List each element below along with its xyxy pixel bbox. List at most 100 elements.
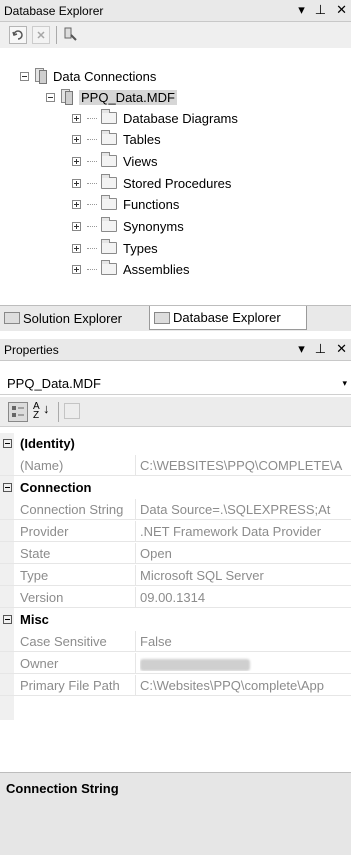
property-row[interactable]: State Open <box>0 543 351 564</box>
property-name: Connection String <box>20 502 124 517</box>
property-value-redacted <box>140 656 351 671</box>
tree-node-label: Assemblies <box>123 261 190 277</box>
property-row[interactable]: Provider .NET Framework Data Provider <box>0 521 351 542</box>
expand-icon[interactable] <box>72 199 81 209</box>
close-icon[interactable]: ✕ <box>336 341 347 357</box>
dropdown-icon[interactable]: ▾ <box>342 378 347 389</box>
object-selector[interactable]: PPQ_Data.MDF ▾ <box>0 371 351 395</box>
property-name: Provider <box>20 524 69 539</box>
selected-object: PPQ_Data.MDF <box>7 376 101 391</box>
tree-node-synonyms[interactable]: Synonyms <box>72 216 184 236</box>
property-row[interactable]: Primary File Path C:\Websites\PPQ\complet… <box>0 675 351 696</box>
database-explorer-toolbar <box>0 22 351 48</box>
property-value: Data Source=.\SQLEXPRESS;At <box>140 502 331 517</box>
tree-node-label: Tables <box>123 131 161 147</box>
connect-to-database-icon[interactable] <box>62 26 80 44</box>
properties-toolbar: A Z ↓ <box>0 397 351 427</box>
close-icon[interactable]: ✕ <box>336 2 347 18</box>
property-row[interactable]: Version 09.00.1314 <box>0 587 351 608</box>
property-row[interactable]: Connection String Data Source=.\SQLEXPRES… <box>0 499 351 520</box>
pin-icon[interactable]: ⊥ <box>315 341 326 357</box>
stop-refresh-icon[interactable] <box>32 26 50 44</box>
tree-node-label: Database Diagrams <box>123 110 238 126</box>
expand-icon[interactable] <box>72 221 81 231</box>
property-value: False <box>140 634 172 649</box>
pin-icon[interactable]: ⊥ <box>315 2 326 18</box>
property-name: State <box>20 546 51 561</box>
property-row[interactable]: (Name) C:\WEBSITES\PPQ\COMPLETE\A <box>0 455 351 476</box>
tree-node-assemblies[interactable]: Assemblies <box>72 259 189 279</box>
property-value: .NET Framework Data Provider <box>140 524 322 539</box>
description-pane: Connection String <box>0 772 351 855</box>
tree-node-label: Stored Procedures <box>123 175 232 191</box>
alphabetical-icon[interactable]: A Z ↓ <box>33 402 53 422</box>
property-value: C:\WEBSITES\PPQ\COMPLETE\A <box>140 458 343 473</box>
refresh-icon[interactable] <box>9 26 27 44</box>
property-name: Case Sensitive <box>20 634 107 649</box>
property-value: C:\Websites\PPQ\complete\App <box>140 678 325 693</box>
tree-node-database-diagrams[interactable]: Database Diagrams <box>72 108 238 128</box>
folder-icon <box>101 195 117 210</box>
property-row[interactable]: Owner <box>0 653 351 674</box>
folder-icon <box>101 130 117 145</box>
folder-icon <box>101 152 117 167</box>
category-label: (Identity) <box>20 436 75 451</box>
tree-node-label: Functions <box>123 196 180 212</box>
data-connections-icon <box>35 68 47 84</box>
property-value: 09.00.1314 <box>140 590 206 605</box>
collapse-icon[interactable] <box>46 92 55 102</box>
solution-explorer-icon <box>4 312 20 324</box>
collapse-icon[interactable] <box>3 483 12 492</box>
categorized-icon[interactable] <box>8 402 28 422</box>
category-misc[interactable]: Misc <box>0 609 351 630</box>
tree-node-data-connections[interactable]: Data Connections <box>20 66 156 86</box>
expand-icon[interactable] <box>72 178 81 188</box>
tree-node-views[interactable]: Views <box>72 151 157 171</box>
toolbar-separator <box>56 26 57 44</box>
tree-node-tables[interactable]: Tables <box>72 129 161 149</box>
expand-icon[interactable] <box>72 113 81 123</box>
category-label: Misc <box>20 612 49 627</box>
database-explorer-title: Database Explorer <box>4 4 104 18</box>
tree-node-label: Types <box>123 240 158 256</box>
tree-node-label: Data Connections <box>53 68 157 84</box>
description-title: Connection String <box>6 781 119 796</box>
category-label: Connection <box>20 480 92 495</box>
folder-icon <box>101 260 117 275</box>
collapse-icon[interactable] <box>3 439 12 448</box>
tab-database-explorer[interactable]: Database Explorer <box>149 306 307 330</box>
tree-node-stored-procedures[interactable]: Stored Procedures <box>72 173 231 193</box>
category-identity[interactable]: (Identity) <box>0 433 351 454</box>
property-row[interactable]: Type Microsoft SQL Server <box>0 565 351 586</box>
tree-node-functions[interactable]: Functions <box>72 194 179 214</box>
collapse-icon[interactable] <box>20 71 29 81</box>
tree-node-database[interactable]: PPQ_Data.MDF <box>46 87 177 107</box>
expand-icon[interactable] <box>72 264 81 274</box>
window-position-dropdown-icon[interactable]: ▾ <box>298 341 305 357</box>
properties-titlebar: Properties ▾ ⊥ ✕ <box>0 339 351 361</box>
expand-icon[interactable] <box>72 156 81 166</box>
property-pages-icon[interactable] <box>64 403 80 419</box>
expand-icon[interactable] <box>72 243 81 253</box>
property-name: Owner <box>20 656 59 671</box>
tree-node-label-selected: PPQ_Data.MDF <box>79 89 177 105</box>
folder-icon <box>101 217 117 232</box>
collapse-icon[interactable] <box>3 615 12 624</box>
property-name: Type <box>20 568 49 583</box>
category-connection[interactable]: Connection <box>0 477 351 498</box>
property-value: Microsoft SQL Server <box>140 568 264 583</box>
tab-label: Database Explorer <box>173 310 281 325</box>
property-name: Primary File Path <box>20 678 120 693</box>
folder-icon <box>101 239 117 254</box>
panel-tabs: Solution Explorer Database Explorer <box>0 305 351 331</box>
window-position-dropdown-icon[interactable]: ▾ <box>298 2 305 18</box>
property-value: Open <box>140 546 172 561</box>
property-name: Version <box>20 590 64 605</box>
folder-icon <box>101 109 117 124</box>
expand-icon[interactable] <box>72 134 81 144</box>
properties-title: Properties <box>4 343 59 357</box>
property-row[interactable]: Case Sensitive False <box>0 631 351 652</box>
database-explorer-titlebar: Database Explorer ▾ ⊥ ✕ <box>0 0 351 22</box>
tab-solution-explorer[interactable]: Solution Explorer <box>0 306 148 330</box>
tree-node-types[interactable]: Types <box>72 238 158 258</box>
